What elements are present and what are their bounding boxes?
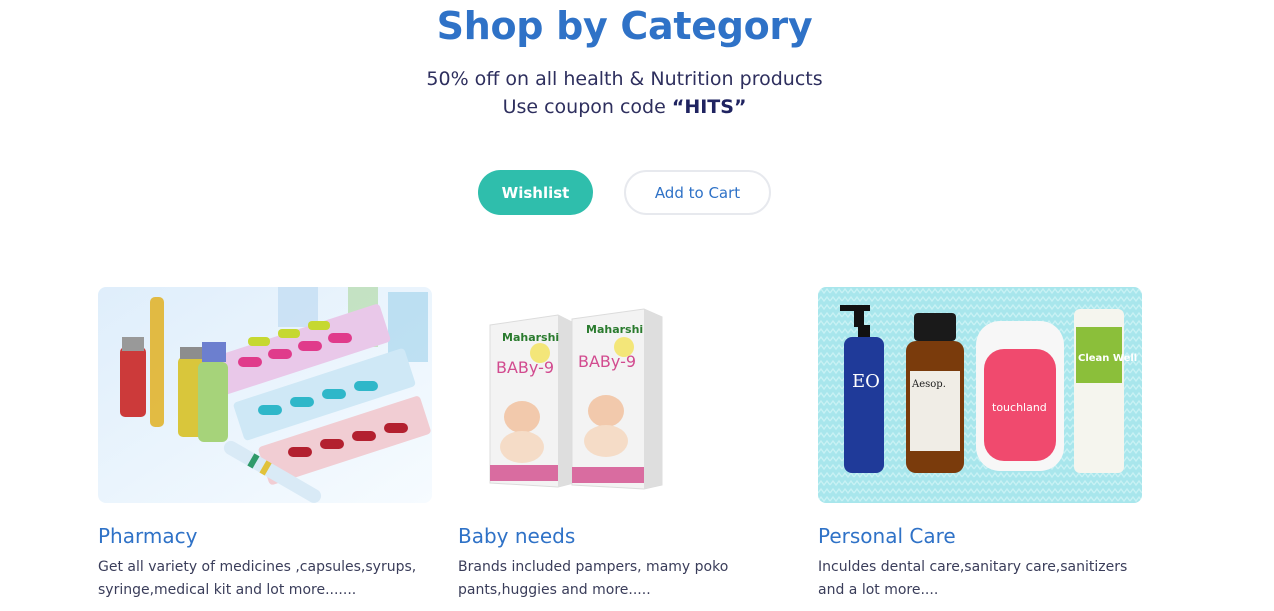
product-brand-2: Maharshi	[586, 323, 643, 336]
category-name[interactable]: Pharmacy	[98, 523, 432, 549]
category-name[interactable]: Baby needs	[458, 523, 792, 549]
personal-care-image[interactable]: EO Aesop. touchland Clean Well	[818, 287, 1142, 503]
pharmacy-image[interactable]	[98, 287, 432, 503]
promo-line: 50% off on all health & Nutrition produc…	[426, 68, 823, 90]
category-description: Get all variety of medicines ,capsules,s…	[98, 559, 417, 598]
brand-cleanwell: Clean Well	[1078, 353, 1137, 364]
brand-eo: EO	[852, 371, 880, 392]
category-card-pharmacy[interactable]: Pharmacy Get all variety of medicines ,c…	[98, 287, 432, 602]
coupon-code: “HITS”	[671, 96, 747, 118]
wishlist-button[interactable]: Wishlist	[478, 170, 593, 215]
brand-aesop: Aesop.	[911, 379, 946, 390]
coupon-prefix: Use coupon code	[502, 96, 672, 118]
coupon-line: Use coupon code “HITS”	[0, 93, 1249, 121]
add-to-cart-button[interactable]: Add to Cart	[624, 170, 771, 215]
page-title: Shop by Category	[436, 4, 813, 48]
brand-touchland: touchland	[992, 401, 1047, 414]
category-card-personal-care[interactable]: EO Aesop. touchland Clean Well Personal …	[818, 287, 1142, 602]
promo-text: 50% off on all health & Nutrition produc…	[0, 65, 1249, 121]
category-description: Brands included pampers, mamy poko pants…	[458, 559, 729, 598]
category-card-baby-needs[interactable]: Maharshi Maharshi BABy-9 BABy-9 Baby nee…	[458, 287, 792, 602]
category-name[interactable]: Personal Care	[818, 523, 1142, 549]
baby-needs-image[interactable]: Maharshi Maharshi BABy-9 BABy-9	[458, 287, 792, 503]
category-description: Inculdes dental care,sanitary care,sanit…	[818, 559, 1128, 598]
product-brand-1: Maharshi	[502, 331, 559, 344]
